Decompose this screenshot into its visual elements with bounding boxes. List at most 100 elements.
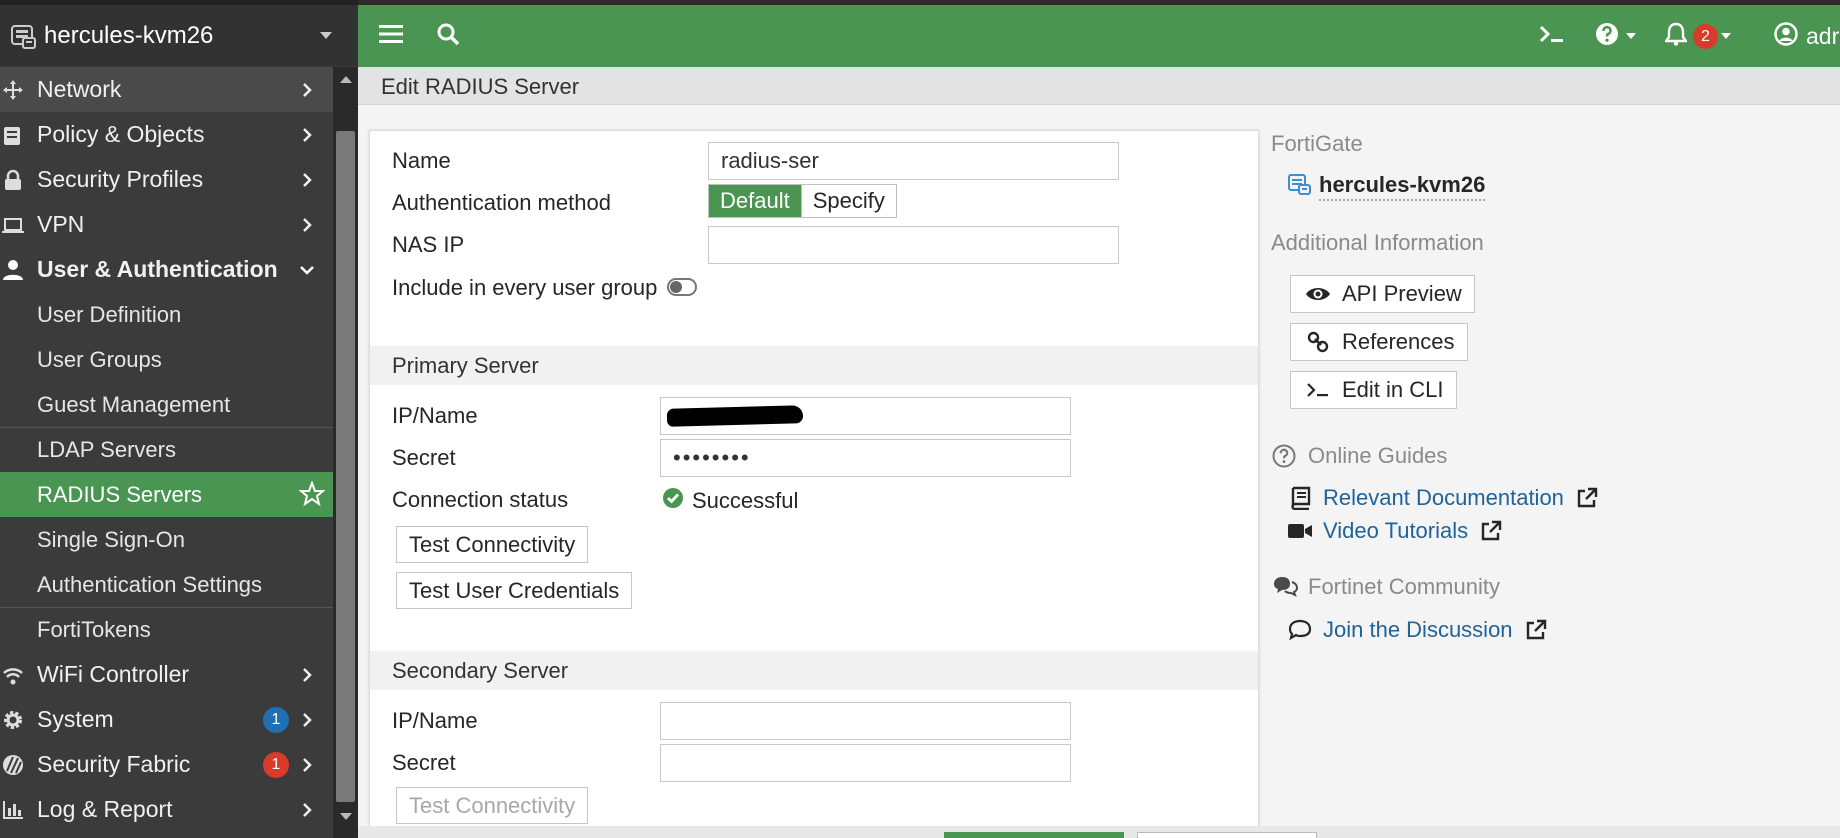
network-icon (0, 77, 26, 103)
video-camera-icon (1287, 519, 1313, 543)
sub-item-user-definition[interactable]: User Definition (0, 292, 333, 337)
test-user-credentials-button[interactable]: Test User Credentials (396, 572, 633, 609)
nav-item-security-fabric[interactable]: Security Fabric 1 (0, 742, 333, 787)
nas-ip-label: NAS IP (392, 232, 465, 257)
nav-menu: Network Policy & Objects Security Profil… (0, 67, 333, 838)
connection-status-label: Connection status (392, 487, 569, 512)
nav-item-label: Policy & Objects (37, 121, 205, 147)
notifications-button[interactable]: 2 (1663, 17, 1740, 55)
help-button[interactable] (1590, 17, 1640, 55)
star-icon[interactable] (298, 480, 326, 507)
device-name-link[interactable]: hercules-kvm26 (1319, 172, 1486, 201)
sub-item-radius-servers[interactable]: RADIUS Servers (0, 472, 333, 517)
scroll-down-arrow-icon[interactable] (340, 813, 352, 820)
ok-button[interactable] (944, 832, 1124, 838)
chevron-right-icon (299, 127, 315, 143)
policy-icon (0, 122, 26, 148)
include-user-group-toggle[interactable] (667, 278, 697, 296)
secondary-server-header: Secondary Server (370, 651, 1258, 690)
auth-method-label: Authentication method (392, 190, 611, 215)
nav-item-policy-objects[interactable]: Policy & Objects (0, 112, 333, 157)
sub-item-ldap-servers[interactable]: LDAP Servers (0, 427, 333, 472)
primary-server-title: Primary Server (392, 353, 539, 378)
sidebar: hercules-kvm26 Network Policy & Objects … (0, 0, 358, 838)
page-title: Edit RADIUS Server (381, 74, 580, 99)
notification-count-badge: 2 (1693, 24, 1718, 49)
nav-item-log-report[interactable]: Log & Report (0, 787, 333, 832)
primary-ip-label: IP/Name (392, 403, 478, 428)
api-preview-button[interactable]: API Preview (1290, 275, 1475, 313)
video-tutorials-link[interactable]: Video Tutorials (1287, 518, 1504, 544)
sub-item-label: RADIUS Servers (37, 481, 203, 507)
fabric-icon (0, 752, 26, 778)
fortinet-community-heading: Fortinet Community (1308, 574, 1500, 599)
fortigate-device-icon (6, 19, 40, 53)
user-menu-button[interactable]: adr (1774, 17, 1840, 55)
nav-item-system[interactable]: System 1 (0, 697, 333, 742)
nav-item-network[interactable]: Network (0, 67, 333, 112)
sub-item-fortitokens[interactable]: FortiTokens (0, 607, 333, 652)
link-icon (1305, 330, 1331, 354)
primary-ip-input[interactable] (660, 397, 1071, 435)
nav-item-label: Security Fabric (37, 751, 191, 777)
test-connectivity-button[interactable]: Test Connectivity (396, 526, 589, 563)
edit-radius-form: Name radius-ser Authentication method De… (369, 130, 1259, 830)
chevron-right-icon (299, 667, 315, 683)
speech-bubble-icon (1287, 618, 1313, 642)
nav-item-security-profiles[interactable]: Security Profiles (0, 157, 333, 202)
sub-item-single-sign-on[interactable]: Single Sign-On (0, 517, 333, 562)
join-discussion-label: Join the Discussion (1323, 617, 1513, 642)
name-input[interactable]: radius-ser (708, 142, 1119, 180)
system-badge: 1 (263, 706, 289, 733)
secondary-server-title: Secondary Server (392, 658, 569, 683)
device-selector[interactable]: hercules-kvm26 (0, 5, 358, 66)
sub-item-authentication-settings[interactable]: Authentication Settings (0, 562, 333, 607)
sub-item-label: FortiTokens (37, 617, 151, 642)
chevron-right-icon (299, 712, 315, 728)
hamburger-icon (379, 24, 403, 49)
comments-icon (1272, 575, 1299, 599)
connection-status-text: Successful (692, 488, 799, 513)
secondary-ip-input[interactable] (660, 702, 1071, 740)
chevron-right-icon (299, 172, 315, 188)
nav-item-user-authentication[interactable]: User & Authentication (0, 247, 333, 292)
device-link[interactable]: hercules-kvm26 (1287, 172, 1486, 201)
relevant-documentation-link[interactable]: Relevant Documentation (1287, 485, 1600, 511)
external-link-icon (1576, 486, 1600, 510)
chevron-down-icon (320, 32, 332, 39)
auth-specify-option[interactable]: Specify (800, 185, 896, 217)
auth-default-option[interactable]: Default (709, 185, 801, 217)
password-dots: •••••••• (673, 445, 751, 470)
edit-in-cli-button[interactable]: Edit in CLI (1290, 371, 1457, 409)
nav-item-vpn[interactable]: VPN (0, 202, 333, 247)
secondary-secret-input[interactable] (660, 744, 1071, 782)
cancel-button[interactable] (1137, 832, 1317, 838)
external-link-icon (1525, 618, 1549, 642)
scroll-up-arrow-icon[interactable] (340, 76, 352, 83)
secondary-test-connectivity-button[interactable]: Test Connectivity (396, 787, 589, 824)
sub-item-user-groups[interactable]: User Groups (0, 337, 333, 382)
api-preview-label: API Preview (1342, 281, 1462, 306)
relevant-documentation-label: Relevant Documentation (1323, 485, 1564, 510)
primary-secret-input[interactable]: •••••••• (660, 439, 1071, 477)
nas-ip-input[interactable] (708, 226, 1119, 264)
sidebar-scrollbar[interactable] (333, 67, 358, 838)
sub-item-label: Authentication Settings (37, 571, 263, 597)
references-button[interactable]: References (1290, 323, 1468, 361)
cli-console-button[interactable] (1534, 17, 1570, 55)
nav-item-label: Network (37, 76, 122, 102)
user-circle-icon (1774, 21, 1798, 51)
search-button[interactable] (430, 17, 466, 55)
nav-item-label: System (37, 706, 114, 732)
nav-item-label: Security Profiles (37, 166, 204, 192)
scrollbar-thumb[interactable] (336, 131, 355, 802)
laptop-icon (0, 212, 26, 238)
join-discussion-link[interactable]: Join the Discussion (1287, 617, 1549, 643)
menu-toggle-button[interactable] (373, 17, 409, 55)
nav-item-wifi-controller[interactable]: WiFi Controller (0, 652, 333, 697)
chevron-down-icon (299, 262, 315, 278)
chevron-down-icon (1721, 33, 1731, 39)
fortigate-heading: FortiGate (1271, 131, 1363, 156)
sub-item-guest-management[interactable]: Guest Management (0, 382, 333, 427)
security-fabric-badge: 1 (263, 751, 289, 778)
